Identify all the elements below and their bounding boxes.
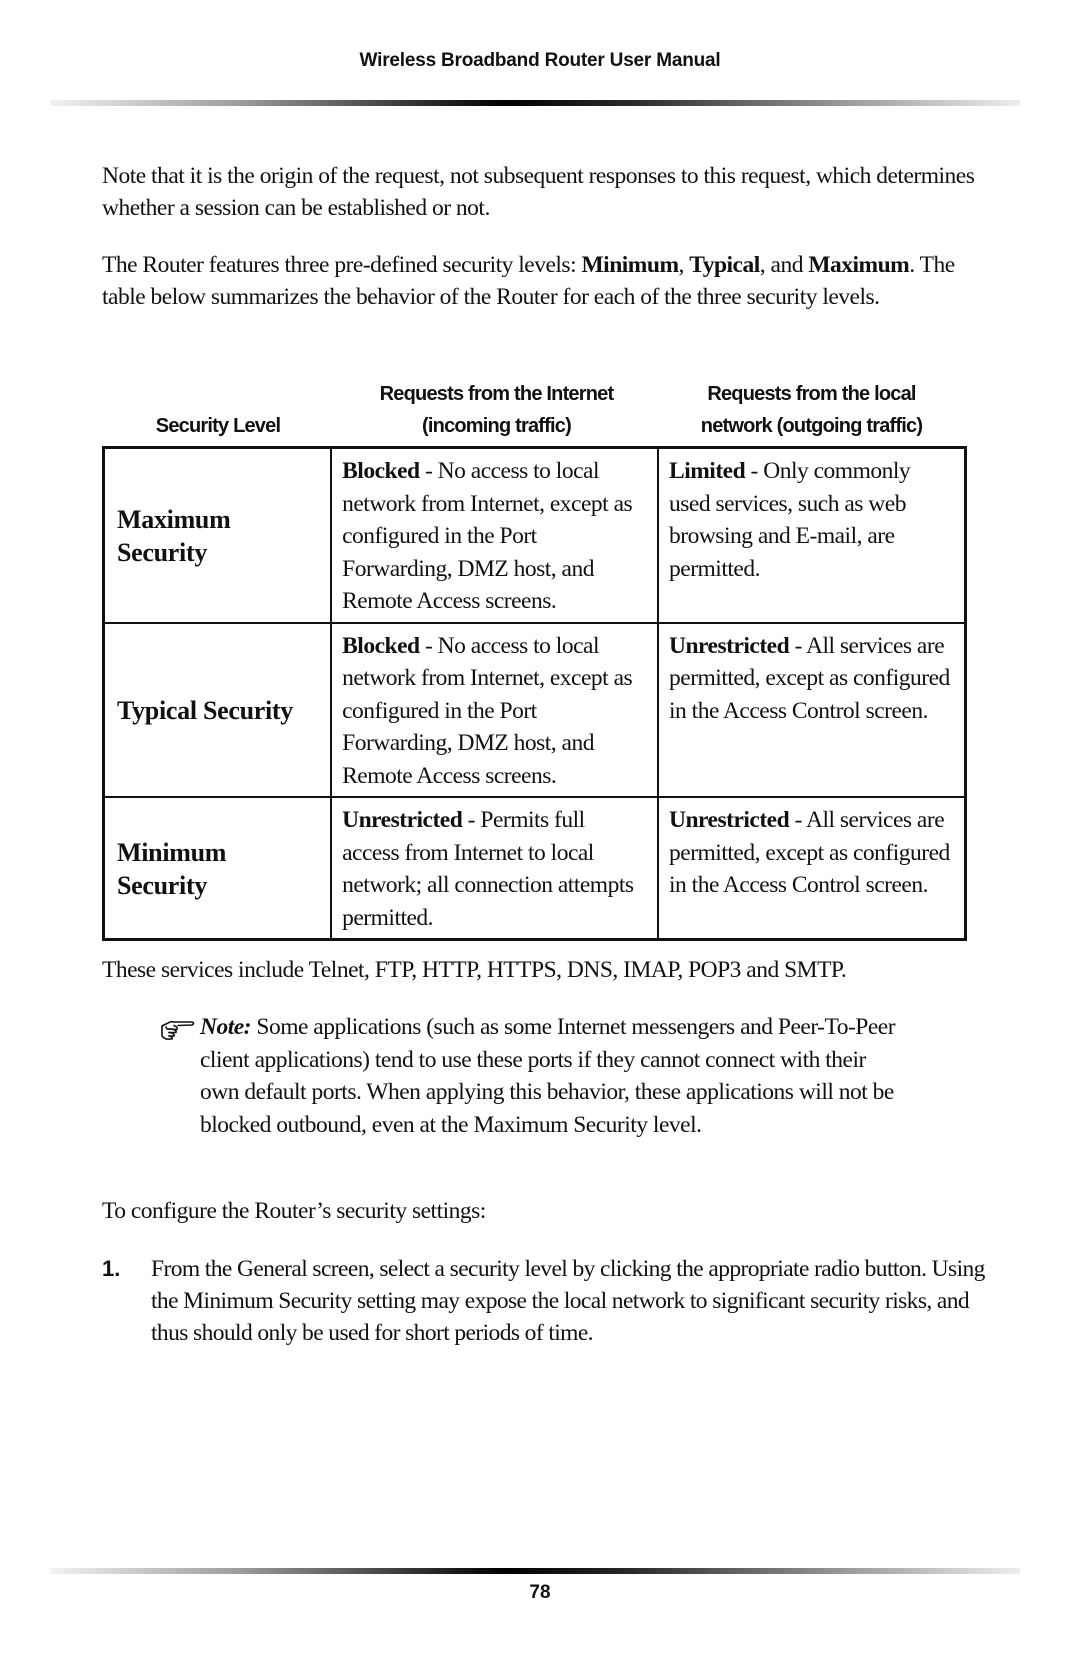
text: , xyxy=(678,252,690,278)
header-outgoing: Requests from the local network (outgoin… xyxy=(659,378,964,442)
cell-level: Maximum Security xyxy=(102,446,333,624)
services-paragraph: These services include Telnet, FTP, HTTP… xyxy=(102,957,847,983)
cell-incoming: Unrestricted - Permits full access from … xyxy=(330,796,660,941)
note-text: Note: Some applications (such as some In… xyxy=(200,1011,900,1141)
intro-paragraph: Note that it is the origin of the reques… xyxy=(102,163,975,221)
header-label: Requests from the Internet xyxy=(379,383,614,405)
level-maximum: Maximum xyxy=(808,252,910,278)
table-header: Security Level Requests from the Interne… xyxy=(102,378,964,442)
step-number: 1. xyxy=(102,1256,121,1281)
configure-intro: To configure the Router’s security setti… xyxy=(102,1198,486,1224)
header-incoming: Requests from the Internet (incoming tra… xyxy=(334,378,659,442)
header-security-level: Security Level xyxy=(102,410,334,442)
footer-divider xyxy=(50,1568,1020,1574)
security-levels-paragraph: The Router features three pre-defined se… xyxy=(102,249,982,313)
table-row: Maximum Security Blocked - No access to … xyxy=(102,446,967,624)
level-typical: Typical xyxy=(689,252,760,278)
status-keyword: Blocked xyxy=(342,632,420,659)
pointing-hand-icon xyxy=(160,1017,196,1043)
step-text: From the General screen, select a securi… xyxy=(151,1256,985,1346)
header-title: Wireless Broadband Router User Manual xyxy=(359,50,721,71)
header-label: Security Level xyxy=(155,415,281,437)
cell-outgoing: Limited - Only commonly used services, s… xyxy=(657,446,967,624)
cell-incoming: Blocked - No access to local network fro… xyxy=(330,446,660,624)
security-levels-table: Maximum Security Blocked - No access to … xyxy=(102,446,967,941)
header-label: (incoming traffic) xyxy=(422,415,572,437)
cell-outgoing: Unrestricted - All services are permitte… xyxy=(657,621,967,798)
header-label: Requests from the local xyxy=(707,383,916,405)
text: The Router features three pre-defined se… xyxy=(102,252,582,278)
text: , and xyxy=(759,252,809,278)
note-body: Some applications (such as some Internet… xyxy=(200,1014,896,1138)
header-label: network (outgoing traffic) xyxy=(700,415,923,437)
header-divider xyxy=(50,100,1020,106)
table-row: Minimum Security Unrestricted - Permits … xyxy=(102,796,967,941)
status-keyword: Unrestricted xyxy=(669,632,790,659)
status-keyword: Unrestricted xyxy=(342,807,463,833)
cell-level: Minimum Security xyxy=(102,796,333,941)
status-keyword: Limited xyxy=(669,458,746,484)
cell-incoming: Blocked - No access to local network fro… xyxy=(330,621,660,798)
level-minimum: Minimum xyxy=(581,252,679,278)
cell-level: Typical Security xyxy=(102,621,333,798)
table-row: Typical Security Blocked - No access to … xyxy=(102,621,967,798)
status-keyword: Blocked xyxy=(342,458,420,484)
page-number: 78 xyxy=(529,1582,551,1603)
note-label: Note: xyxy=(200,1014,252,1040)
status-keyword: Unrestricted xyxy=(669,807,790,833)
cell-outgoing: Unrestricted - All services are permitte… xyxy=(657,796,967,941)
